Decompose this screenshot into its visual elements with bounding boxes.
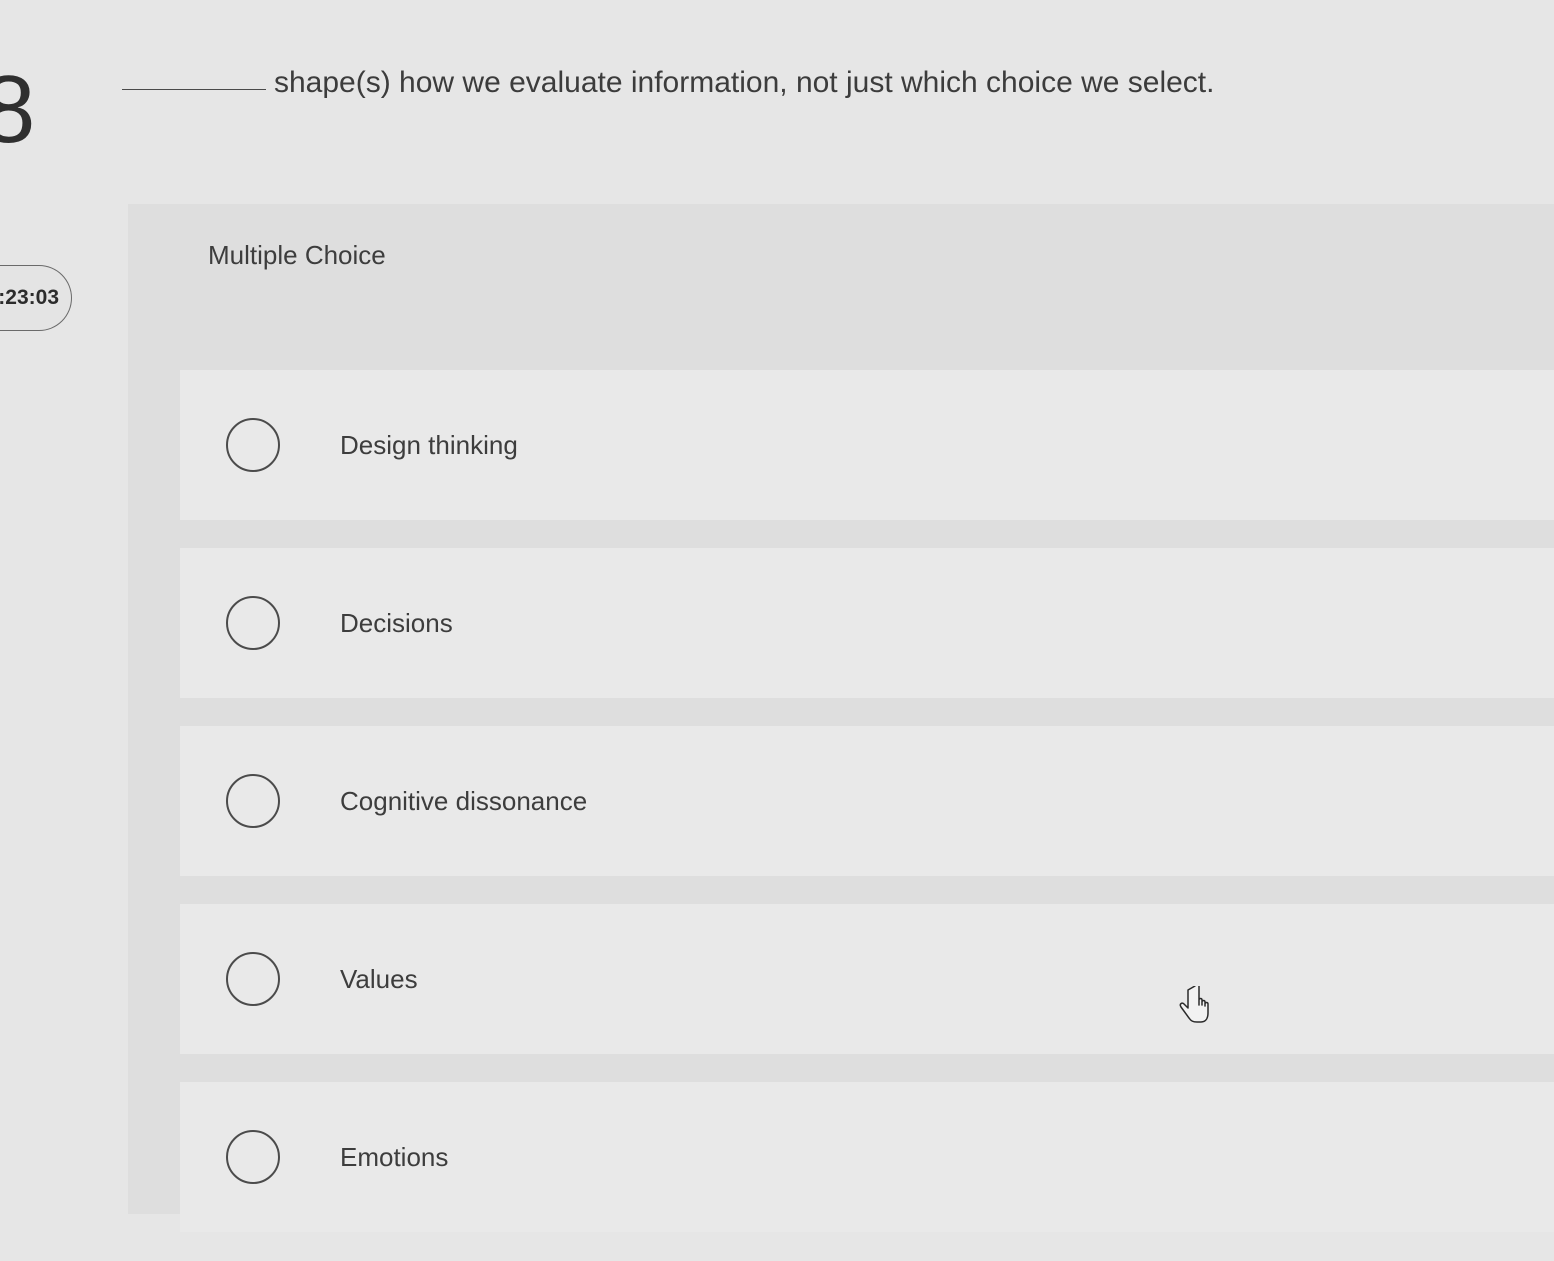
question-text: shape(s) how we evaluate information, no…: [274, 66, 1215, 99]
question-type-label: Multiple Choice: [208, 240, 386, 270]
fill-in-blank: [122, 89, 266, 90]
radio-button-icon[interactable]: [226, 418, 280, 472]
answer-options: Design thinking Decisions Cognitive diss…: [180, 370, 1554, 1260]
radio-button-icon[interactable]: [226, 596, 280, 650]
question-prompt: shape(s) how we evaluate information, no…: [122, 66, 1422, 100]
answer-option-label: Design thinking: [340, 429, 518, 460]
radio-button-icon[interactable]: [226, 774, 280, 828]
radio-button-icon[interactable]: [226, 952, 280, 1006]
quiz-page: 8 :23:03 shape(s) how we evaluate inform…: [0, 0, 1554, 1261]
answer-option-label: Emotions: [340, 1141, 449, 1172]
answer-option-cognitive-dissonance[interactable]: Cognitive dissonance: [180, 726, 1554, 876]
answer-option-label: Values: [340, 963, 418, 994]
answer-option-design-thinking[interactable]: Design thinking: [180, 370, 1554, 520]
answer-option-values[interactable]: Values: [180, 904, 1554, 1054]
answer-option-label: Cognitive dissonance: [340, 785, 588, 816]
answer-option-label: Decisions: [340, 607, 453, 638]
question-number: 8: [0, 56, 36, 163]
radio-button-icon[interactable]: [226, 1130, 280, 1184]
hand-pointer-icon: [1179, 986, 1209, 1023]
timer-badge: :23:03: [0, 265, 72, 331]
answer-option-decisions[interactable]: Decisions: [180, 548, 1554, 698]
answer-option-emotions[interactable]: Emotions: [180, 1082, 1554, 1232]
